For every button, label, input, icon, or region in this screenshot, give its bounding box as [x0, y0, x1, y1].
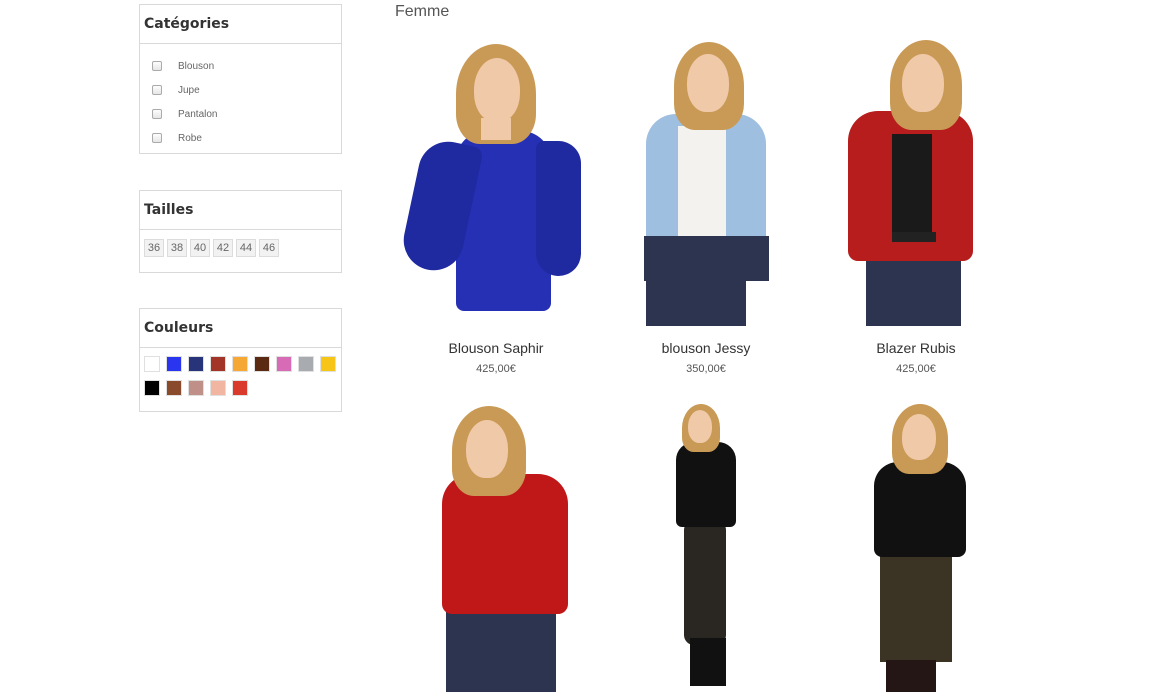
top-shape [676, 442, 736, 527]
product-card[interactable]: Blazer Rubis 425,00€ [806, 36, 1026, 375]
category-label: Pantalon [178, 108, 218, 120]
jacket-sleeve-right [536, 141, 581, 276]
product-photo[interactable] [386, 402, 606, 692]
sizes-header: Tailles [140, 191, 341, 230]
color-swatch[interactable] [144, 356, 160, 372]
color-swatch[interactable] [210, 356, 226, 372]
size-option-44[interactable]: 44 [236, 239, 256, 257]
category-option-pantalon[interactable]: Pantalon [152, 102, 341, 126]
product-photo[interactable] [806, 36, 1026, 326]
color-swatch[interactable] [276, 356, 292, 372]
jeans-shape [646, 281, 746, 326]
section-title: Femme [395, 3, 450, 20]
checkbox[interactable] [152, 61, 162, 71]
top-shape [678, 126, 726, 244]
product-card[interactable] [386, 402, 606, 692]
color-swatch[interactable] [210, 380, 226, 396]
product-photo[interactable] [596, 36, 816, 326]
color-swatch[interactable] [188, 380, 204, 396]
size-option-46[interactable]: 46 [259, 239, 279, 257]
product-card[interactable] [806, 402, 1026, 692]
product-price: 425,00€ [476, 363, 516, 375]
color-swatch[interactable] [298, 356, 314, 372]
pants-shape [684, 520, 726, 645]
product-photo[interactable] [386, 36, 606, 326]
categories-filter: Catégories Blouson Jupe Pantalon Robe [139, 4, 342, 154]
color-swatch[interactable] [166, 380, 182, 396]
category-label: Jupe [178, 84, 200, 96]
color-swatch-list [140, 348, 340, 396]
color-swatch[interactable] [166, 356, 182, 372]
product-price: 350,00€ [686, 363, 726, 375]
top-shape [892, 134, 932, 236]
color-swatch[interactable] [232, 380, 248, 396]
product-name[interactable]: Blouson Saphir [386, 340, 606, 356]
jeans-shape [446, 607, 556, 692]
size-option-40[interactable]: 40 [190, 239, 210, 257]
category-option-blouson[interactable]: Blouson [152, 54, 341, 78]
top-shape [874, 462, 966, 557]
skirt-shape [880, 552, 952, 662]
category-option-jupe[interactable]: Jupe [152, 78, 341, 102]
size-option-38[interactable]: 38 [167, 239, 187, 257]
product-photo[interactable] [596, 402, 816, 692]
product-card[interactable]: blouson Jessy 350,00€ [596, 36, 816, 375]
checkbox[interactable] [152, 109, 162, 119]
product-card[interactable]: Blouson Saphir 425,00€ [386, 36, 606, 375]
product-name[interactable]: Blazer Rubis [806, 340, 1026, 356]
size-option-36[interactable]: 36 [144, 239, 164, 257]
category-label: Robe [178, 132, 202, 144]
color-swatch[interactable] [320, 356, 336, 372]
colors-title: Couleurs [144, 320, 214, 336]
colors-header: Couleurs [140, 309, 341, 348]
color-swatch[interactable] [188, 356, 204, 372]
checkbox[interactable] [152, 133, 162, 143]
size-option-42[interactable]: 42 [213, 239, 233, 257]
product-price: 425,00€ [896, 363, 936, 375]
color-swatch[interactable] [232, 356, 248, 372]
category-label: Blouson [178, 60, 215, 72]
color-swatch[interactable] [254, 356, 270, 372]
sizes-filter: Tailles 36 38 40 42 44 46 [139, 190, 342, 273]
checkbox[interactable] [152, 85, 162, 95]
product-card[interactable] [596, 402, 816, 692]
color-swatch[interactable] [144, 380, 160, 396]
categories-title: Catégories [144, 16, 230, 32]
product-photo[interactable] [806, 402, 1026, 692]
categories-header: Catégories [140, 5, 341, 44]
product-name[interactable]: blouson Jessy [596, 340, 816, 356]
category-option-robe[interactable]: Robe [152, 126, 341, 150]
colors-filter: Couleurs [139, 308, 342, 412]
sizes-title: Tailles [144, 202, 194, 218]
